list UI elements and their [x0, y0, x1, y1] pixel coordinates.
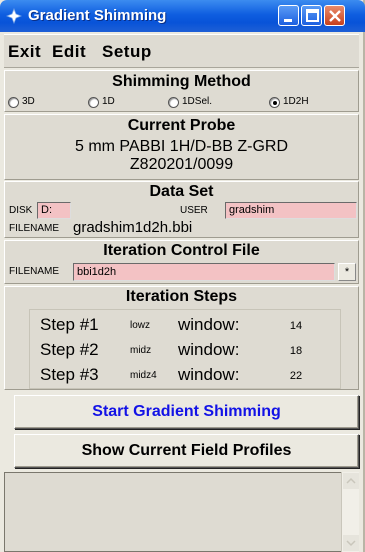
step-window-label: window: — [178, 365, 240, 384]
radio-indicator — [8, 97, 19, 108]
menu-edit[interactable]: Edit — [52, 42, 86, 62]
disk-input[interactable]: D: — [37, 202, 71, 219]
radio-indicator — [88, 97, 99, 108]
radio-indicator-selected — [269, 97, 280, 108]
maximize-button[interactable] — [301, 5, 322, 26]
step-window-value: 22 — [289, 370, 303, 382]
close-icon — [329, 10, 341, 22]
scroll-up-button[interactable] — [343, 473, 359, 489]
user-label: USER — [180, 205, 208, 216]
steps-list: Step #1 lowz window: 14 Step #2 midz win… — [29, 309, 341, 389]
minimize-button[interactable] — [278, 5, 299, 26]
step-mode: lowz — [130, 320, 151, 331]
radio-label: 1D2H — [283, 96, 309, 107]
window-title: Gradient Shimming — [28, 7, 167, 24]
data-set-panel: Data Set DISK D: USER gradshim FILENAME … — [4, 181, 359, 238]
iteration-filename-label: FILENAME — [9, 266, 60, 277]
menu-exit[interactable]: Exit — [8, 42, 41, 62]
scroll-down-button[interactable] — [343, 535, 359, 551]
iteration-control-file-panel: Iteration Control File FILENAME bbi1d2h … — [4, 240, 359, 284]
step-name: Step #2 — [40, 340, 99, 359]
radio-label: 1D — [102, 96, 115, 107]
step-row: Step #1 lowz window: 14 — [30, 315, 340, 337]
data-set-title: Data Set — [149, 183, 214, 200]
probe-name: 5 mm PABBI 1H/D-BB Z-GRD — [74, 138, 289, 155]
minimize-icon — [284, 19, 292, 22]
filename-label: FILENAME — [9, 223, 60, 234]
current-probe-title: Current Probe — [127, 117, 236, 134]
iteration-filename-input[interactable]: bbi1d2h — [73, 263, 335, 281]
app-icon — [5, 7, 23, 25]
chevron-up-icon — [346, 477, 356, 484]
menu-setup[interactable]: Setup — [102, 42, 152, 62]
title-bar[interactable]: Gradient Shimming — [0, 0, 365, 32]
step-window-label: window: — [178, 340, 240, 359]
current-probe-panel: Current Probe 5 mm PABBI 1H/D-BB Z-GRD Z… — [4, 114, 359, 180]
gradient-shimming-window: Gradient Shimming Exit Edit Setup Shimmi… — [0, 0, 365, 552]
menu-bar: Exit Edit Setup — [4, 34, 359, 68]
radio-indicator — [168, 97, 179, 108]
browse-button[interactable]: * — [338, 263, 356, 281]
shimming-method-panel: Shimming Method 3D 1D 1DSel. 1D2H — [4, 70, 359, 112]
chevron-down-icon — [346, 540, 356, 547]
filename-value: gradshim1d2h.bbi — [73, 219, 193, 236]
show-field-profiles-button[interactable]: Show Current Field Profiles — [14, 434, 359, 468]
shimming-method-title: Shimming Method — [112, 73, 251, 90]
radio-label: 3D — [22, 96, 35, 107]
iteration-control-file-title: Iteration Control File — [103, 242, 260, 259]
vertical-scrollbar[interactable] — [341, 472, 359, 552]
step-name: Step #1 — [40, 315, 99, 334]
maximize-icon — [306, 9, 319, 22]
start-gradient-shimming-button[interactable]: Start Gradient Shimming — [14, 395, 359, 429]
iteration-steps-panel: Iteration Steps Step #1 lowz window: 14 … — [4, 286, 359, 390]
disk-label: DISK — [9, 205, 33, 216]
step-window-label: window: — [178, 315, 240, 334]
step-mode: midz — [130, 345, 152, 356]
step-row: Step #2 midz window: 18 — [30, 340, 340, 362]
step-window-value: 18 — [289, 345, 303, 357]
radio-label: 1DSel. — [182, 96, 213, 107]
user-input[interactable]: gradshim — [225, 202, 357, 219]
close-button[interactable] — [324, 5, 345, 26]
output-text-area[interactable] — [4, 472, 341, 552]
probe-serial: Z820201/0099 — [129, 156, 234, 173]
step-row: Step #3 midz4 window: 22 — [30, 365, 340, 387]
iteration-steps-title: Iteration Steps — [125, 288, 238, 305]
step-window-value: 14 — [289, 320, 303, 332]
step-mode: midz4 — [130, 370, 157, 381]
step-name: Step #3 — [40, 365, 99, 384]
